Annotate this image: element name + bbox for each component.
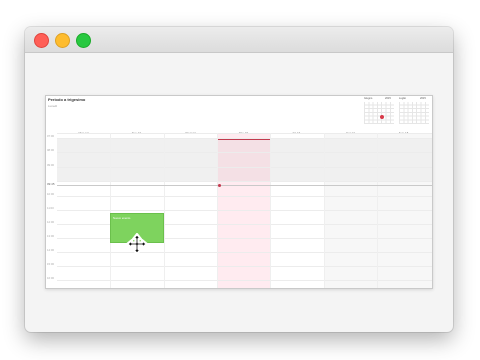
title-bar — [25, 27, 453, 53]
mini-calendar-june[interactable]: Giugno 2015 — [364, 97, 394, 125]
day-divider — [164, 133, 165, 288]
event-label: Nuovo evento — [113, 216, 131, 220]
time-label: 14:00 — [47, 248, 54, 252]
calendar-app: Periodo a trigesimo Lunedì Giugno 2015 L… — [45, 95, 433, 289]
day-divider — [324, 133, 325, 288]
mini-calendar-month: Luglio — [399, 97, 406, 100]
time-label: 08:00 — [47, 148, 54, 152]
current-time-line — [57, 185, 432, 186]
browser-window: Periodo a trigesimo Lunedì Giugno 2015 L… — [25, 27, 453, 332]
time-label: 13:00 — [47, 234, 54, 238]
hour-line — [57, 181, 432, 182]
hour-line — [57, 196, 432, 197]
close-window-button[interactable] — [34, 33, 49, 48]
time-label: 09:00 — [47, 163, 54, 167]
mini-calendar-grid[interactable] — [399, 102, 429, 124]
day-divider — [217, 133, 218, 288]
time-label: 12:00 — [47, 220, 54, 224]
mini-calendar-today-marker — [380, 115, 384, 119]
minimize-window-button[interactable] — [55, 33, 70, 48]
hour-line — [57, 133, 432, 134]
hour-line — [57, 280, 432, 281]
calendar-title: Periodo a trigesimo — [48, 97, 86, 102]
mini-calendar-july[interactable]: Luglio 2015 — [399, 97, 429, 125]
hour-line — [57, 152, 432, 153]
hour-line — [57, 138, 432, 139]
mini-calendar-month: Giugno — [364, 97, 373, 100]
hour-line — [57, 266, 432, 267]
day-divider — [377, 133, 378, 288]
calendar-subtitle: Lunedì — [48, 104, 58, 108]
day-divider — [270, 133, 271, 288]
move-cursor-icon — [126, 233, 148, 255]
day-divider — [110, 133, 111, 288]
hour-line — [57, 167, 432, 168]
time-label: 11:00 — [47, 206, 54, 210]
mini-calendar-year: 2015 — [385, 97, 391, 100]
time-label: 15:00 — [47, 262, 54, 266]
mini-calendar-grid[interactable] — [364, 102, 394, 124]
time-label: 16:00 — [47, 276, 54, 280]
maximize-window-button[interactable] — [76, 33, 91, 48]
hour-line — [57, 210, 432, 211]
hour-line — [57, 252, 432, 253]
time-label: 10:00 — [47, 192, 54, 196]
mini-calendar-year: 2015 — [420, 97, 426, 100]
current-time-label: 09:45 — [47, 182, 55, 186]
current-time-dot — [218, 184, 221, 187]
time-label: 07:00 — [47, 134, 54, 138]
